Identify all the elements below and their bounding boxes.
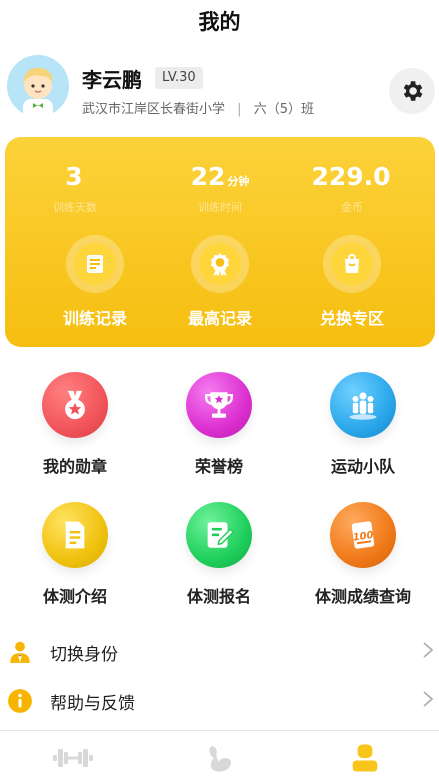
- stat-value: 3: [65, 162, 83, 191]
- stat-label: 训练时间: [198, 201, 242, 214]
- avatar-illustration: [7, 55, 69, 117]
- medal-badge-icon: [210, 253, 230, 277]
- user-name: 李云鹏: [82, 68, 142, 92]
- tabbar-divider: [0, 730, 439, 731]
- dumbbell-icon: [53, 749, 93, 767]
- gear-icon: [403, 81, 423, 101]
- document-icon: [65, 521, 85, 549]
- score-100-icon: 100: [351, 521, 374, 549]
- school-name: 武汉市江岸区长春街小学: [82, 102, 226, 117]
- card-action-label: 兑换专区: [319, 309, 384, 328]
- list-icon: [87, 255, 103, 273]
- stats-card: 3 训练天数 22 分钟 训练时间 229.0 金币 训练记录 最高记录 兑换专…: [5, 137, 435, 347]
- avatar[interactable]: [7, 55, 69, 117]
- medal-icon: [65, 390, 85, 420]
- arm-muscle-icon: [209, 746, 231, 772]
- training-record-button[interactable]: 训练记录: [35, 235, 155, 329]
- page-title: 我的: [198, 10, 241, 34]
- test-registration-button[interactable]: 体测报名: [146, 502, 292, 607]
- stat-value: 229.0: [311, 162, 391, 191]
- stat-training-time: 22 分钟 训练时间: [160, 162, 280, 215]
- test-score-query-button[interactable]: 100 体测成绩查询: [290, 502, 436, 607]
- card-action-label: 最高记录: [187, 309, 252, 328]
- chevron-right-icon: [421, 690, 435, 713]
- switch-identity-icon: [10, 641, 30, 663]
- chevron-right-icon: [421, 641, 435, 664]
- grid-label: 体测成绩查询: [314, 587, 411, 606]
- grid-label: 我的勋章: [42, 457, 107, 476]
- info-icon: [8, 689, 32, 713]
- grid-label: 体测介绍: [42, 587, 107, 606]
- settings-button[interactable]: [389, 68, 435, 114]
- card-action-label: 训练记录: [62, 309, 127, 328]
- test-intro-button[interactable]: 体测介绍: [2, 502, 148, 607]
- class-name: 六（5）班: [253, 102, 314, 117]
- stat-label: 金币: [341, 201, 363, 214]
- menu-label: 切换身份: [50, 644, 118, 665]
- my-medals-button[interactable]: 我的勋章: [2, 372, 148, 477]
- stat-coins: 229.0 金币: [292, 162, 412, 215]
- help-feedback-row[interactable]: 帮助与反馈: [0, 678, 439, 724]
- edit-form-icon: [207, 522, 235, 548]
- level-badge: LV.30: [155, 67, 203, 89]
- separator: |: [237, 102, 242, 117]
- team-icon: [349, 392, 377, 420]
- stat-unit: 分钟: [227, 175, 250, 188]
- shopping-bag-icon: [345, 254, 359, 273]
- grid-label: 体测报名: [186, 587, 251, 606]
- tab-exercise[interactable]: [146, 736, 292, 780]
- honor-roll-button[interactable]: 荣誉榜: [146, 372, 292, 477]
- grid-label: 运动小队: [330, 457, 395, 476]
- trophy-icon: [205, 392, 233, 418]
- best-record-button[interactable]: 最高记录: [160, 235, 280, 329]
- school-info: 武汉市江岸区长春街小学 | 六（5）班: [82, 98, 314, 117]
- stat-value: 22: [190, 162, 226, 191]
- grid-label: 荣誉榜: [194, 457, 243, 476]
- stat-training-days: 3 训练天数: [15, 162, 135, 215]
- switch-identity-row[interactable]: 切换身份: [0, 629, 439, 675]
- stat-label: 训练天数: [53, 201, 97, 214]
- tab-mine[interactable]: [292, 736, 438, 780]
- person-icon: [352, 744, 378, 772]
- tab-training[interactable]: [0, 736, 146, 780]
- exchange-zone-button[interactable]: 兑换专区: [292, 235, 412, 329]
- menu-label: 帮助与反馈: [50, 693, 135, 714]
- sports-team-button[interactable]: 运动小队: [290, 372, 436, 477]
